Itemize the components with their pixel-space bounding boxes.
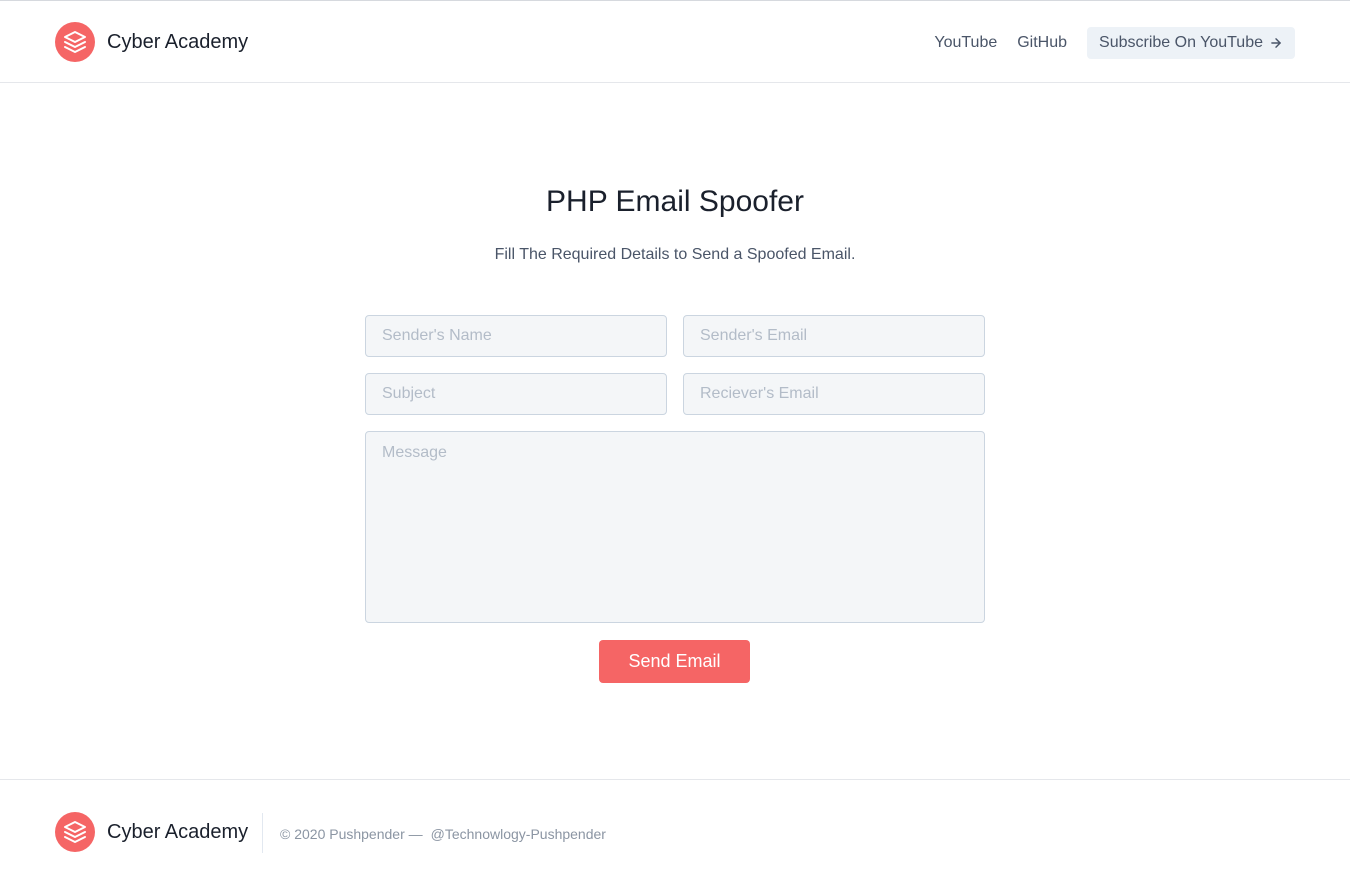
send-email-button[interactable]: Send Email: [599, 640, 750, 683]
message-textarea[interactable]: [365, 431, 985, 623]
receiver-email-input[interactable]: [683, 373, 985, 415]
brand[interactable]: Cyber Academy: [55, 22, 248, 62]
subject-input[interactable]: [365, 373, 667, 415]
site-header: Cyber Academy YouTube GitHub Subscribe O…: [0, 1, 1350, 83]
copyright-label: © 2020 Pushpender —: [280, 826, 423, 842]
subscribe-button[interactable]: Subscribe On YouTube: [1087, 27, 1295, 59]
arrow-right-icon: [1269, 36, 1283, 50]
layers-icon: [55, 22, 95, 62]
footer-divider: [262, 813, 263, 853]
layers-icon: [55, 812, 95, 852]
nav-link-youtube[interactable]: YouTube: [934, 34, 997, 52]
sender-name-input[interactable]: [365, 315, 667, 357]
page-title: PHP Email Spoofer: [546, 185, 804, 218]
page-subtitle: Fill The Required Details to Send a Spoo…: [494, 246, 856, 263]
copyright-text: © 2020 Pushpender — @Technowlogy-Pushpend…: [280, 826, 606, 842]
footer-brand[interactable]: Cyber Academy: [55, 812, 248, 852]
author-handle-link[interactable]: @Technowlogy-Pushpender: [431, 826, 606, 842]
top-nav: YouTube GitHub Subscribe On YouTube: [934, 27, 1295, 59]
brand-name: Cyber Academy: [107, 30, 249, 53]
page: Cyber Academy YouTube GitHub Subscribe O…: [0, 0, 1350, 878]
sender-email-input[interactable]: [683, 315, 985, 357]
site-footer: Cyber Academy © 2020 Pushpender — @Techno…: [0, 779, 1350, 878]
footer-brand-name: Cyber Academy: [107, 820, 249, 843]
nav-link-github[interactable]: GitHub: [1017, 34, 1067, 52]
subscribe-button-label: Subscribe On YouTube: [1099, 34, 1263, 51]
